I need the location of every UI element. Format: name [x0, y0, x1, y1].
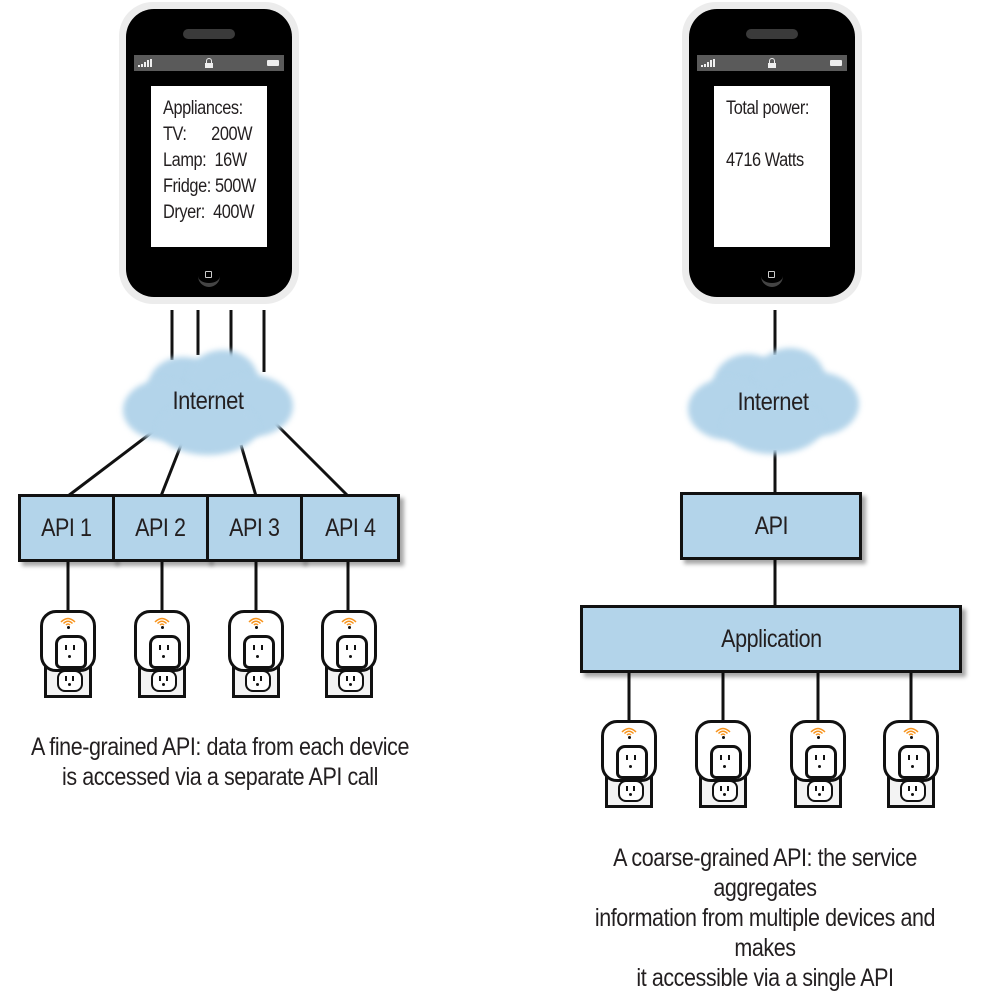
smart-plug-unit — [601, 720, 657, 782]
plug-socket-icon — [805, 745, 837, 779]
plug-socket-icon — [149, 635, 181, 669]
smart-plug-unit — [883, 720, 939, 782]
smart-plug-icon — [40, 610, 96, 698]
api-box-3: API 3 — [206, 494, 303, 562]
smart-plug-icon — [228, 610, 284, 698]
plug-socket-icon — [243, 635, 275, 669]
lock-icon — [768, 58, 776, 68]
smart-plug-unit — [134, 610, 190, 672]
application-label: Application — [720, 624, 822, 653]
battery-icon — [267, 60, 279, 66]
screen-line: 4716 Watts — [726, 150, 804, 171]
signal-icon — [138, 59, 152, 67]
screen-line: Fridge: 500W — [163, 176, 256, 197]
screen-line — [726, 122, 805, 148]
api-box-1: API 1 — [18, 494, 115, 562]
lock-icon — [205, 58, 213, 68]
screen-line: Lamp: 16W — [163, 150, 247, 171]
wifi-icon — [60, 617, 76, 626]
caption-line: is accessed via a separate API call — [62, 763, 378, 791]
screen-line: Appliances: — [163, 98, 243, 119]
caption-fine-grained: A fine-grained API: data from each devic… — [0, 732, 440, 792]
home-button-icon — [198, 271, 220, 287]
cloud-label: Internet — [737, 388, 809, 416]
status-led — [721, 736, 725, 739]
wifi-icon — [154, 617, 170, 626]
smart-plug-icon — [134, 610, 190, 698]
screen-line: TV: 200W — [163, 124, 253, 145]
outlet-socket-icon — [338, 670, 364, 692]
wifi-icon — [248, 617, 264, 626]
application-box: Application — [580, 605, 962, 673]
wifi-icon — [341, 617, 357, 626]
api-box: API — [680, 492, 862, 560]
wifi-icon — [903, 727, 919, 736]
phone-body: Appliances: TV: 200W Lamp: 16W Fridge: 5… — [126, 9, 292, 297]
api-label: API 4 — [324, 513, 376, 542]
outlet-socket-icon — [57, 670, 83, 692]
api-label: API 3 — [229, 513, 280, 542]
phone-screen: Appliances: TV: 200W Lamp: 16W Fridge: 5… — [151, 86, 267, 247]
wifi-icon — [810, 727, 826, 736]
status-led — [254, 626, 258, 629]
phone-fine-grained: Appliances: TV: 200W Lamp: 16W Fridge: 5… — [119, 2, 299, 304]
smart-plug-icon — [601, 720, 657, 808]
screen-line: Dryer: 400W — [163, 202, 255, 223]
status-led — [347, 626, 351, 629]
wifi-icon — [715, 727, 731, 736]
status-led — [160, 626, 164, 629]
plug-socket-icon — [55, 635, 87, 669]
outlet-socket-icon — [900, 780, 926, 802]
plug-socket-icon — [710, 745, 742, 779]
internet-cloud-right: Internet — [683, 340, 863, 460]
caption-line: A fine-grained API: data from each devic… — [31, 733, 409, 761]
smart-plug-unit — [40, 610, 96, 672]
status-led — [909, 736, 913, 739]
smart-plug-unit — [695, 720, 751, 782]
caption-line: it accessible via a single API — [636, 964, 894, 992]
smart-plug-icon — [883, 720, 939, 808]
outlet-socket-icon — [712, 780, 738, 802]
signal-icon — [701, 59, 715, 67]
status-led — [66, 626, 70, 629]
api-label: API — [754, 511, 788, 540]
plug-socket-icon — [336, 635, 368, 669]
caption-coarse-grained: A coarse-grained API: the service aggreg… — [530, 843, 1000, 993]
api-box-2: API 2 — [112, 494, 209, 562]
smart-plug-unit — [321, 610, 377, 672]
smart-plug-icon — [321, 610, 377, 698]
smart-plug-icon — [790, 720, 846, 808]
battery-icon — [830, 60, 842, 66]
phone-speaker — [183, 29, 235, 39]
smart-plug-unit — [790, 720, 846, 782]
phone-status-bar — [134, 55, 284, 71]
phone-status-bar — [697, 55, 847, 71]
phone-speaker — [746, 29, 798, 39]
api-label: API 2 — [135, 513, 186, 542]
outlet-socket-icon — [151, 670, 177, 692]
wifi-icon — [621, 727, 637, 736]
status-led — [816, 736, 820, 739]
screen-line: Total power: — [726, 98, 809, 119]
smart-plug-unit — [228, 610, 284, 672]
api-label: API 1 — [41, 513, 92, 542]
caption-line: information from multiple devices and ma… — [594, 904, 936, 962]
smart-plug-icon — [695, 720, 751, 808]
outlet-socket-icon — [807, 780, 833, 802]
outlet-socket-icon — [245, 670, 271, 692]
plug-socket-icon — [898, 745, 930, 779]
phone-body: Total power: 4716 Watts — [689, 9, 855, 297]
status-led — [627, 736, 631, 739]
plug-socket-icon — [616, 745, 648, 779]
outlet-socket-icon — [618, 780, 644, 802]
api-box-4: API 4 — [300, 494, 400, 562]
caption-line: A coarse-grained API: the service aggreg… — [613, 844, 917, 902]
phone-screen: Total power: 4716 Watts — [714, 86, 830, 247]
phone-coarse-grained: Total power: 4716 Watts — [682, 2, 862, 304]
internet-cloud-left: Internet — [118, 345, 298, 465]
home-button-icon — [761, 271, 783, 287]
cloud-label: Internet — [172, 387, 244, 415]
